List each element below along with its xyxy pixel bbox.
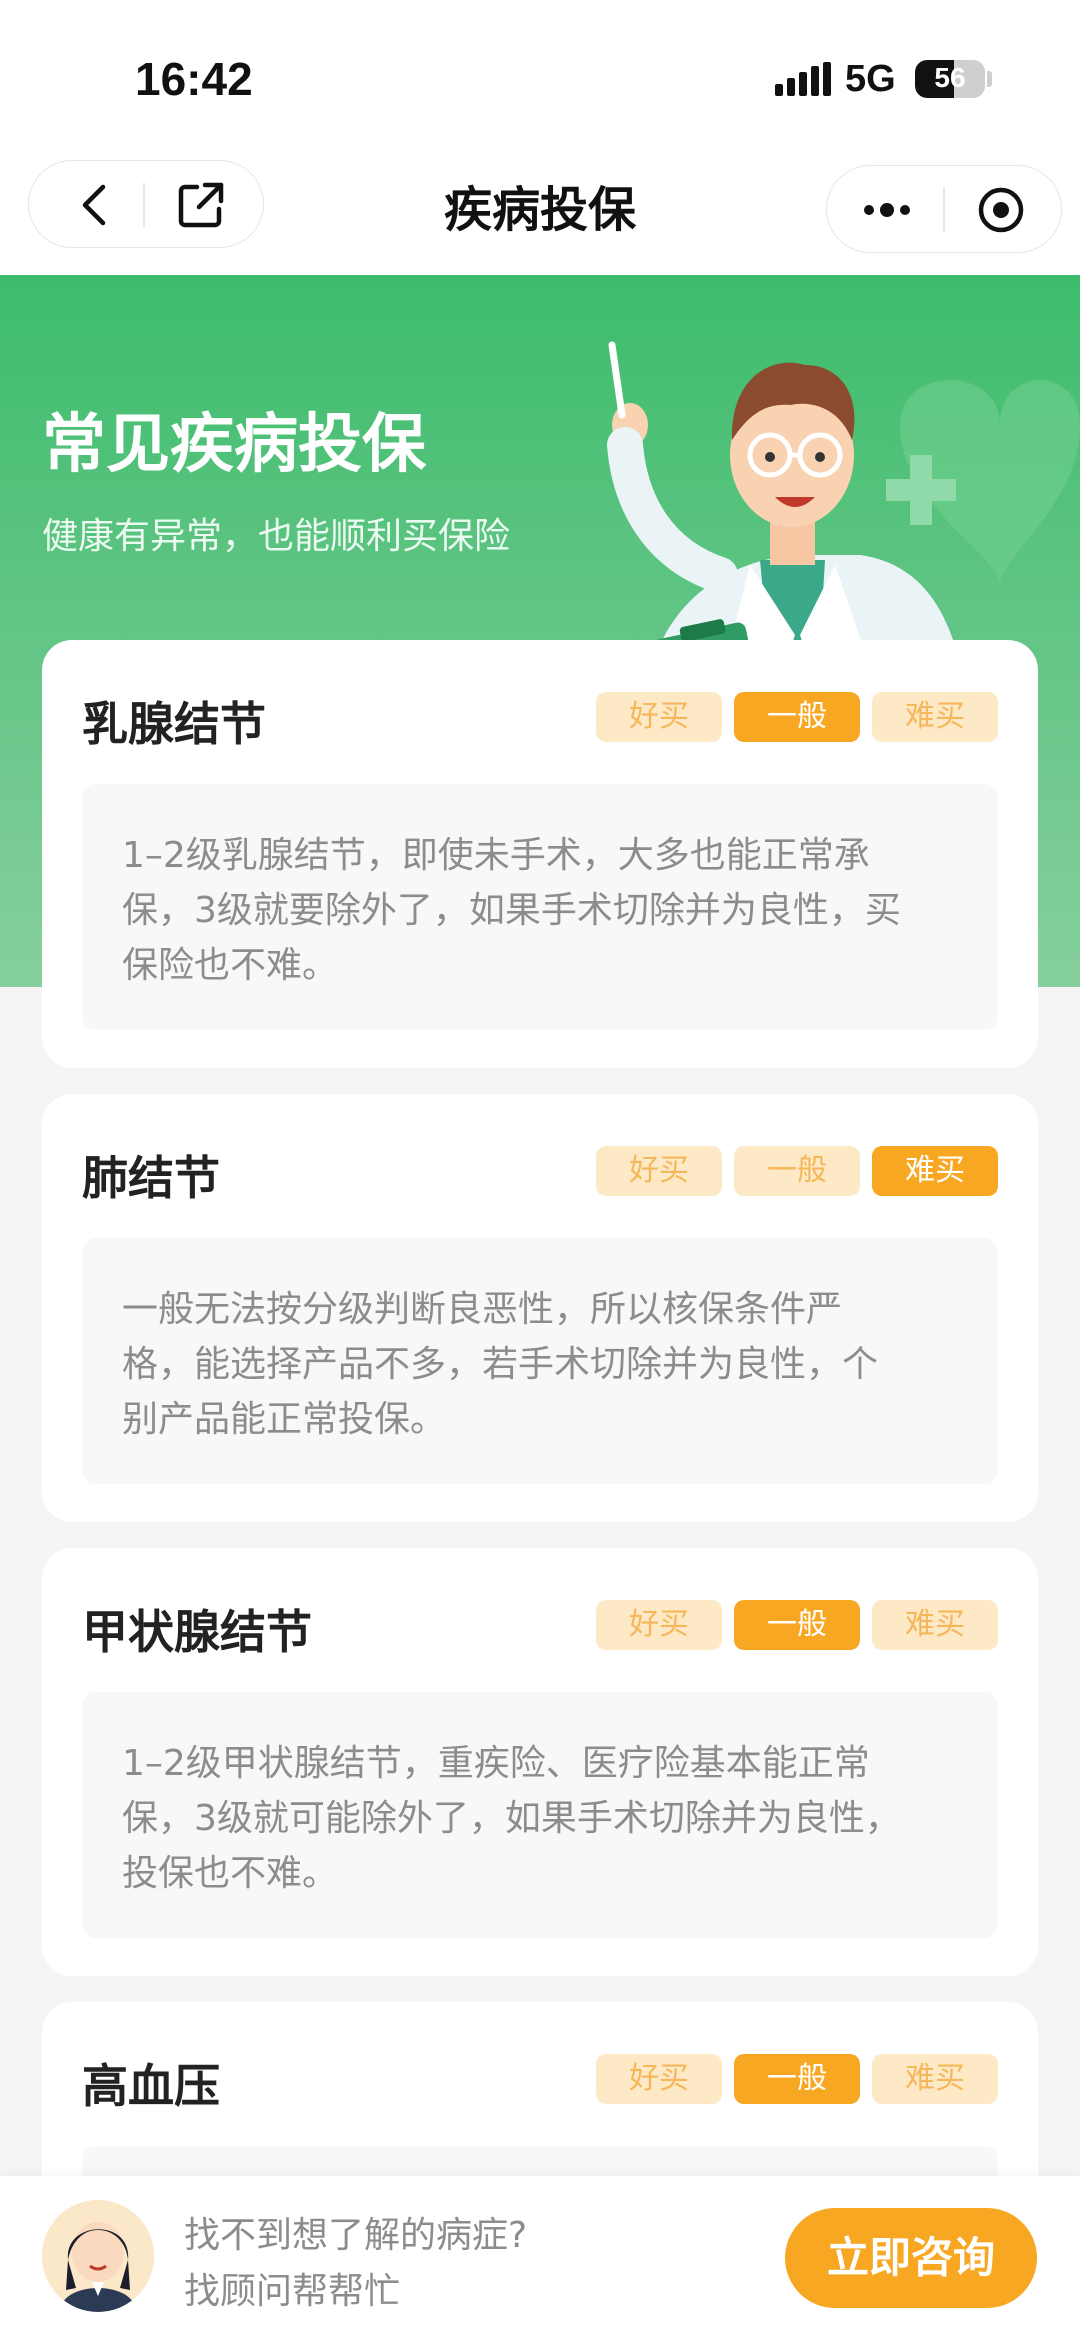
- disease-card[interactable]: 乳腺结节 好买 一般 难买 1–2级乳腺结节，即使未手术，大多也能正常承 保，3级就要除外…: [42, 640, 1038, 1068]
- rating-tag: 难买: [872, 692, 998, 742]
- description-line: 保，3级就可能除外了，如果手术切除并为良性，: [122, 1798, 901, 1839]
- consult-now-button[interactable]: 立即咨询: [785, 2208, 1037, 2308]
- rating-tag: 一般: [734, 692, 860, 742]
- rating-tag: 好买: [596, 1600, 722, 1650]
- description-line: 别产品能正常投保。: [122, 1399, 447, 1440]
- description-line: 投保也不难。: [122, 1853, 339, 1894]
- battery-percent: 56: [934, 62, 966, 93]
- nav-right-capsule: [826, 165, 1062, 253]
- disease-card[interactable]: 肺结节 好买 一般 难买一般无法按分级判断良恶性，所以核保条件严 格，能选择产品不多，若…: [42, 1094, 1038, 1522]
- rating-tag: 一般: [734, 1146, 860, 1196]
- disease-name: 肺结节: [82, 1151, 220, 1205]
- rating-tag: 一般: [734, 2054, 860, 2104]
- disease-name: 甲状腺结节: [82, 1605, 312, 1659]
- nav-bar: 疾病投保: [0, 160, 1080, 275]
- signal-icon: [775, 62, 831, 96]
- description-line: 一般无法按分级判断良恶性，所以核保条件严: [122, 1289, 843, 1330]
- rating-tag: 一般: [734, 1600, 860, 1650]
- description-line: 格，能选择产品不多，若手术切除并为良性，个: [122, 1344, 879, 1385]
- disease-name: 高血压: [82, 2059, 220, 2113]
- description-line: 1–2级乳腺结节，即使未手术，大多也能正常承: [122, 835, 870, 876]
- disease-card[interactable]: 甲状腺结节 好买 一般 难买 1–2级甲状腺结节，重疾险、医疗险基本能正常 保，3级就可能…: [42, 1548, 1038, 1976]
- banner-title: 常见疾病投保: [42, 408, 426, 482]
- target-icon[interactable]: [975, 184, 1027, 236]
- bottom-consult-bar: 找不到想了解的病症? 找顾问帮帮忙 立即咨询: [0, 2176, 1080, 2341]
- disease-name: 乳腺结节: [82, 697, 266, 751]
- help-subtext: 找顾问帮帮忙: [184, 2271, 401, 2312]
- rating-tag: 好买: [596, 1146, 722, 1196]
- rating-tag: 难买: [872, 1600, 998, 1650]
- description-line: 保险也不难。: [122, 945, 339, 986]
- disease-description: 1–2级甲状腺结节，重疾险、医疗险基本能正常 保，3级就可能除外了，如果手术切除并…: [82, 1692, 998, 1938]
- rating-tag: 好买: [596, 2054, 722, 2104]
- network-label: 5G: [845, 58, 896, 100]
- description-line: 保，3级就要除外了，如果手术切除并为良性，买: [122, 890, 901, 931]
- disease-description: 1–2级乳腺结节，即使未手术，大多也能正常承 保，3级就要除外了，如果手术切除并为…: [82, 784, 998, 1030]
- help-question: 找不到想了解的病症?: [184, 2215, 528, 2256]
- banner-subtitle: 健康有异常，也能顺利买保险: [42, 516, 511, 557]
- more-icon[interactable]: [857, 188, 917, 232]
- battery-icon: 56: [915, 60, 985, 98]
- rating-tag: 难买: [872, 1146, 998, 1196]
- status-bar: 16:42 5G 56: [0, 0, 1080, 160]
- rating-tag: 难买: [872, 2054, 998, 2104]
- advisor-avatar: [42, 2200, 154, 2312]
- description-line: 1–2级甲状腺结节，重疾险、医疗险基本能正常: [122, 1743, 870, 1784]
- battery-tip: [987, 71, 992, 87]
- capsule-divider: [943, 188, 945, 232]
- status-time: 16:42: [135, 53, 253, 105]
- rating-tag: 好买: [596, 692, 722, 742]
- disease-description: 一般无法按分级判断良恶性，所以核保条件严 格，能选择产品不多，若手术切除并为良性，…: [82, 1238, 998, 1484]
